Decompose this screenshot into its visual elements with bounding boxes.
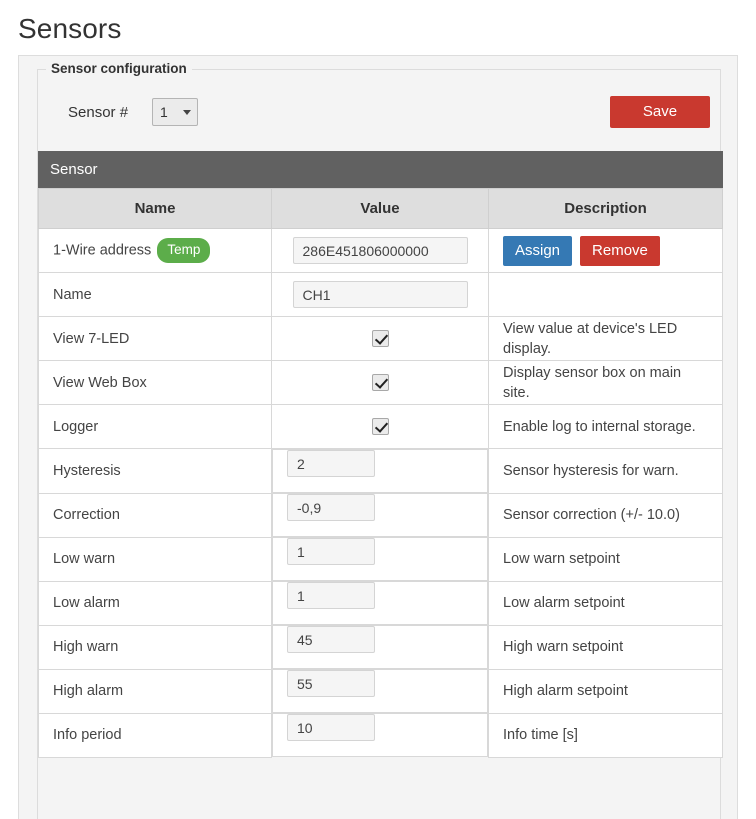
logger-checkbox[interactable] (372, 418, 389, 435)
cell-description-name (489, 273, 723, 317)
table-row: Logger Enable log to internal storage. (39, 405, 723, 449)
assign-button[interactable]: Assign (503, 236, 572, 266)
row-label-correction: Correction (39, 493, 272, 537)
view-7led-checkbox[interactable] (372, 330, 389, 347)
table-row: High warn High warn setpoint (39, 625, 723, 669)
correction-input[interactable] (287, 494, 375, 521)
temp-badge: Temp (157, 238, 210, 263)
sensor-number-value: 1 (157, 104, 168, 120)
cell-value-name (272, 273, 489, 317)
sensor-selector-row: Sensor # 1 Save (38, 92, 722, 150)
sensor-number-label: Sensor # (68, 103, 128, 123)
cell-value-low-alarm (272, 581, 488, 625)
row-label-logger: Logger (39, 405, 272, 449)
row-label-info-period: Info period (39, 713, 272, 757)
page-title: Sensors (0, 0, 756, 46)
cell-value-high-alarm (272, 669, 488, 713)
cell-description-correction: Sensor correction (+/- 10.0) (489, 493, 723, 537)
cell-value-low-warn (272, 537, 488, 581)
high-warn-input[interactable] (287, 626, 375, 653)
sensor-panel: Sensor configuration Sensor # 1 Save Sen… (18, 55, 738, 819)
sensor-table-caption: Sensor (38, 151, 723, 188)
row-label-name: Name (39, 273, 272, 317)
table-row: Info period Info time [s] (39, 713, 723, 757)
table-header-row: Name Value Description (39, 189, 723, 229)
high-alarm-input[interactable] (287, 670, 375, 697)
save-button[interactable]: Save (610, 96, 710, 128)
sensor-table-wrapper: Sensor Name Value Description (38, 151, 722, 758)
row-label-low-alarm: Low alarm (39, 581, 272, 625)
sensor-table: Sensor Name Value Description (38, 151, 723, 758)
onewire-address-input[interactable] (293, 237, 468, 264)
cell-description-view-7led: View value at device's LED display. (489, 317, 723, 361)
row-label-view-7led: View 7-LED (39, 317, 272, 361)
cell-description-info-period: Info time [s] (489, 713, 723, 757)
page-root: Sensors Sensor configuration Sensor # 1 … (0, 0, 756, 819)
cell-description-low-warn: Low warn setpoint (489, 537, 723, 581)
column-header-value: Value (272, 189, 489, 229)
row-label-1wire-address: 1-Wire address Temp (39, 229, 272, 273)
fieldset-legend: Sensor configuration (46, 60, 192, 78)
view-web-box-checkbox[interactable] (372, 374, 389, 391)
row-label-hysteresis: Hysteresis (39, 449, 272, 494)
hysteresis-input[interactable] (287, 450, 375, 477)
row-label-low-warn: Low warn (39, 537, 272, 581)
cell-value-hysteresis (272, 449, 488, 493)
table-row: View Web Box Display sensor box on main … (39, 361, 723, 405)
column-header-name: Name (39, 189, 272, 229)
sensor-number-select[interactable]: 1 (152, 98, 198, 126)
cell-value-info-period (272, 713, 488, 757)
cell-description-logger: Enable log to internal storage. (489, 405, 723, 449)
table-row: Name (39, 273, 723, 317)
sensor-name-input[interactable] (293, 281, 468, 308)
cell-description-high-alarm: High alarm setpoint (489, 669, 723, 713)
low-alarm-input[interactable] (287, 582, 375, 609)
info-period-input[interactable] (287, 714, 375, 741)
table-row: 1-Wire address Temp Assign Remove (39, 229, 723, 273)
table-row: Hysteresis Sensor hysteresis for warn. (39, 449, 723, 494)
cell-description-hysteresis: Sensor hysteresis for warn. (489, 449, 723, 494)
table-row: View 7-LED View value at device's LED di… (39, 317, 723, 361)
sensor-configuration-fieldset: Sensor configuration Sensor # 1 Save Sen… (37, 69, 721, 819)
chevron-down-icon (183, 110, 191, 115)
column-header-description: Description (489, 189, 723, 229)
remove-button[interactable]: Remove (580, 236, 660, 266)
cell-value-view-7led (272, 317, 489, 361)
cell-value-high-warn (272, 625, 488, 669)
table-row: Correction Sensor correction (+/- 10.0) (39, 493, 723, 537)
row-label-high-warn: High warn (39, 625, 272, 669)
row-label-high-alarm: High alarm (39, 669, 272, 713)
table-row: Low warn Low warn setpoint (39, 537, 723, 581)
cell-description-high-warn: High warn setpoint (489, 625, 723, 669)
low-warn-input[interactable] (287, 538, 375, 565)
row-label-view-web-box: View Web Box (39, 361, 272, 405)
cell-description-low-alarm: Low alarm setpoint (489, 581, 723, 625)
row-label-text: 1-Wire address (53, 242, 151, 258)
table-row: Low alarm Low alarm setpoint (39, 581, 723, 625)
cell-value-correction (272, 493, 488, 537)
cell-value-logger (272, 405, 489, 449)
cell-value-view-web-box (272, 361, 489, 405)
cell-description-view-web-box: Display sensor box on main site. (489, 361, 723, 405)
cell-value-1wire-address (272, 229, 489, 273)
table-row: High alarm High alarm setpoint (39, 669, 723, 713)
cell-actions-1wire-address: Assign Remove (489, 229, 723, 273)
